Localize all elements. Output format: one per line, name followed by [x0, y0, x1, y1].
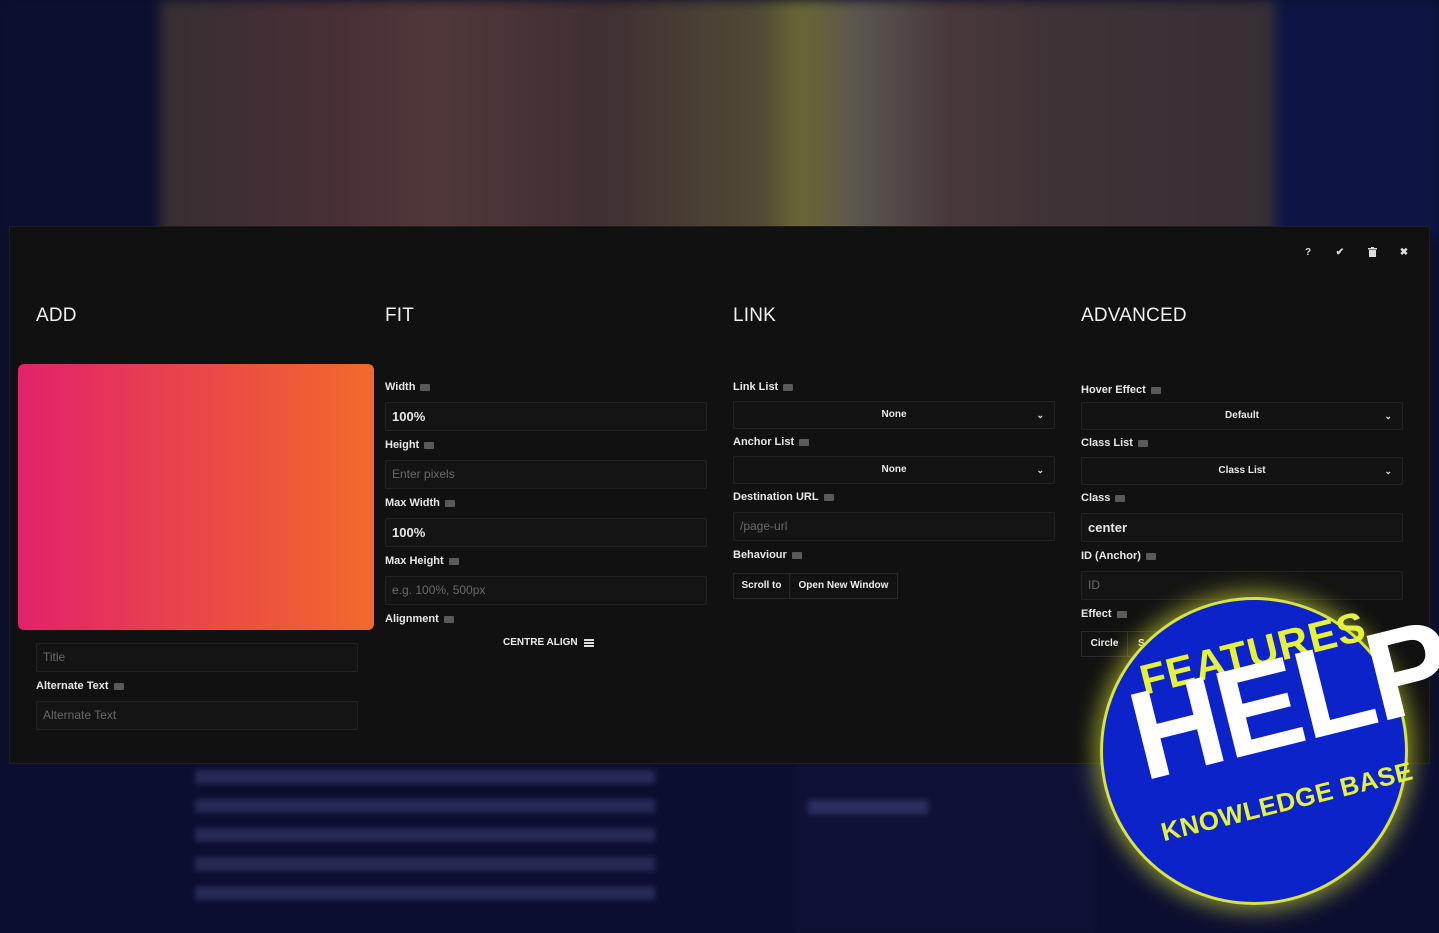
- height-label: Height: [385, 439, 435, 451]
- browse-button[interactable]: BROWSE: [36, 585, 98, 611]
- add-title: ADD: [36, 305, 77, 326]
- close-icon[interactable]: ✖: [1399, 247, 1409, 259]
- max-height-input[interactable]: e.g. 100%, 500px: [385, 576, 707, 605]
- info-icon[interactable]: [1137, 439, 1148, 447]
- hover-effect-value: Default: [1225, 410, 1259, 421]
- blurred-page-card: [795, 765, 1095, 933]
- align-center-icon: [583, 638, 594, 647]
- max-height-label: Max Height: [385, 555, 459, 567]
- info-icon[interactable]: [448, 557, 459, 565]
- confirm-icon[interactable]: ✔: [1335, 247, 1345, 259]
- alignment-label-text: Alignment: [385, 613, 439, 625]
- class-label: Class: [1081, 492, 1126, 504]
- alignment-label: Alignment: [385, 613, 454, 625]
- centre-align-button[interactable]: CENTRE ALIGN: [503, 637, 594, 648]
- link-list-value: None: [881, 409, 907, 420]
- chevron-down-icon: ⌄: [1384, 411, 1392, 421]
- alt-text-label: Alternate Text: [36, 680, 124, 692]
- alt-text-label-text: Alternate Text: [36, 680, 109, 692]
- image-preview: [36, 438, 358, 576]
- class-list-label-text: Class List: [1081, 437, 1133, 449]
- info-icon[interactable]: [113, 682, 124, 690]
- help-icon[interactable]: ?: [1303, 247, 1313, 259]
- class-list-select[interactable]: Class List ⌄: [1081, 457, 1403, 485]
- effect-label-text: Effect: [1081, 608, 1112, 620]
- fit-title: FIT: [385, 305, 415, 326]
- link-list-select[interactable]: None ⌄: [733, 401, 1055, 429]
- info-icon[interactable]: [1150, 386, 1161, 394]
- centre-align-label: CENTRE ALIGN: [503, 637, 578, 648]
- class-input[interactable]: center: [1081, 513, 1403, 542]
- alt-text-input[interactable]: Alternate Text: [36, 701, 358, 730]
- anchor-list-label: Anchor List: [733, 436, 810, 448]
- id-anchor-label-text: ID (Anchor): [1081, 550, 1141, 562]
- effect-circle-button[interactable]: Circle: [1081, 631, 1128, 657]
- id-anchor-label: ID (Anchor): [1081, 550, 1156, 562]
- effect-label: Effect: [1081, 608, 1127, 620]
- panel-toolbar: ? ✔ ✖: [1303, 247, 1409, 259]
- link-list-label: Link List: [733, 381, 794, 393]
- max-width-label: Max Width: [385, 497, 455, 509]
- generate-button[interactable]: GENERATE: [170, 585, 237, 611]
- anchor-list-value: None: [881, 464, 907, 475]
- info-icon[interactable]: [1115, 494, 1126, 502]
- image-icon-mountain: [112, 487, 144, 500]
- link-title: LINK: [733, 305, 777, 326]
- hover-effect-label: Hover Effect: [1081, 384, 1161, 396]
- behaviour-label-text: Behaviour: [733, 549, 787, 561]
- chevron-down-icon: ⌄: [1036, 410, 1044, 420]
- image-placeholder-icon: [106, 471, 152, 505]
- max-width-label-text: Max Width: [385, 497, 440, 509]
- class-label-text: Class: [1081, 492, 1111, 504]
- hover-effect-label-text: Hover Effect: [1081, 384, 1146, 396]
- info-icon[interactable]: [98, 383, 109, 391]
- link-list-label-text: Link List: [733, 381, 779, 393]
- max-width-input[interactable]: 100%: [385, 518, 707, 547]
- scroll-to-button[interactable]: Scroll to: [733, 573, 790, 599]
- class-list-label: Class List: [1081, 437, 1148, 449]
- width-label-text: Width: [385, 381, 416, 393]
- width-input[interactable]: 100%: [385, 402, 707, 431]
- behaviour-label: Behaviour: [733, 549, 802, 561]
- info-icon[interactable]: [443, 615, 454, 623]
- chevron-down-icon: ⌄: [1384, 466, 1392, 476]
- info-icon[interactable]: [444, 499, 455, 507]
- upload-button[interactable]: UPLOAD: [97, 585, 157, 611]
- blurred-hero-image: [0, 0, 1439, 240]
- anchor-list-select[interactable]: None ⌄: [733, 456, 1055, 484]
- destination-url-label: Destination URL: [733, 491, 834, 503]
- chevron-down-icon: ⌄: [1036, 465, 1044, 475]
- info-icon[interactable]: [783, 383, 794, 391]
- image-url-label: Image URL: [36, 381, 109, 393]
- blurred-card-heading: [808, 800, 928, 814]
- anchor-list-label-text: Anchor List: [733, 436, 795, 448]
- info-icon[interactable]: [424, 441, 435, 449]
- image-url-label-text: Image URL: [36, 381, 94, 393]
- info-icon[interactable]: [420, 383, 431, 391]
- class-list-value: Class List: [1218, 465, 1266, 476]
- height-label-text: Height: [385, 439, 420, 451]
- info-icon[interactable]: [799, 438, 810, 446]
- image-url-input[interactable]: http://domain-name.com/image-name.jpg: [36, 402, 358, 431]
- advanced-title: ADVANCED: [1081, 305, 1187, 326]
- id-anchor-input[interactable]: ID: [1081, 571, 1403, 600]
- destination-url-input[interactable]: /page-url: [733, 512, 1055, 541]
- image-icon-sun: [122, 480, 129, 487]
- info-icon[interactable]: [791, 551, 802, 559]
- info-icon[interactable]: [823, 493, 834, 501]
- open-new-window-button[interactable]: Open New Window: [789, 573, 898, 599]
- trash-icon[interactable]: [1367, 247, 1377, 259]
- max-height-label-text: Max Height: [385, 555, 444, 567]
- height-input[interactable]: Enter pixels: [385, 460, 707, 489]
- info-icon[interactable]: [1145, 552, 1156, 560]
- destination-url-label-text: Destination URL: [733, 491, 819, 503]
- blurred-page-text: [195, 770, 655, 900]
- width-label: Width: [385, 381, 431, 393]
- info-icon[interactable]: [1116, 610, 1127, 618]
- hover-effect-select[interactable]: Default ⌄: [1081, 402, 1403, 430]
- title-input[interactable]: Title: [36, 643, 358, 672]
